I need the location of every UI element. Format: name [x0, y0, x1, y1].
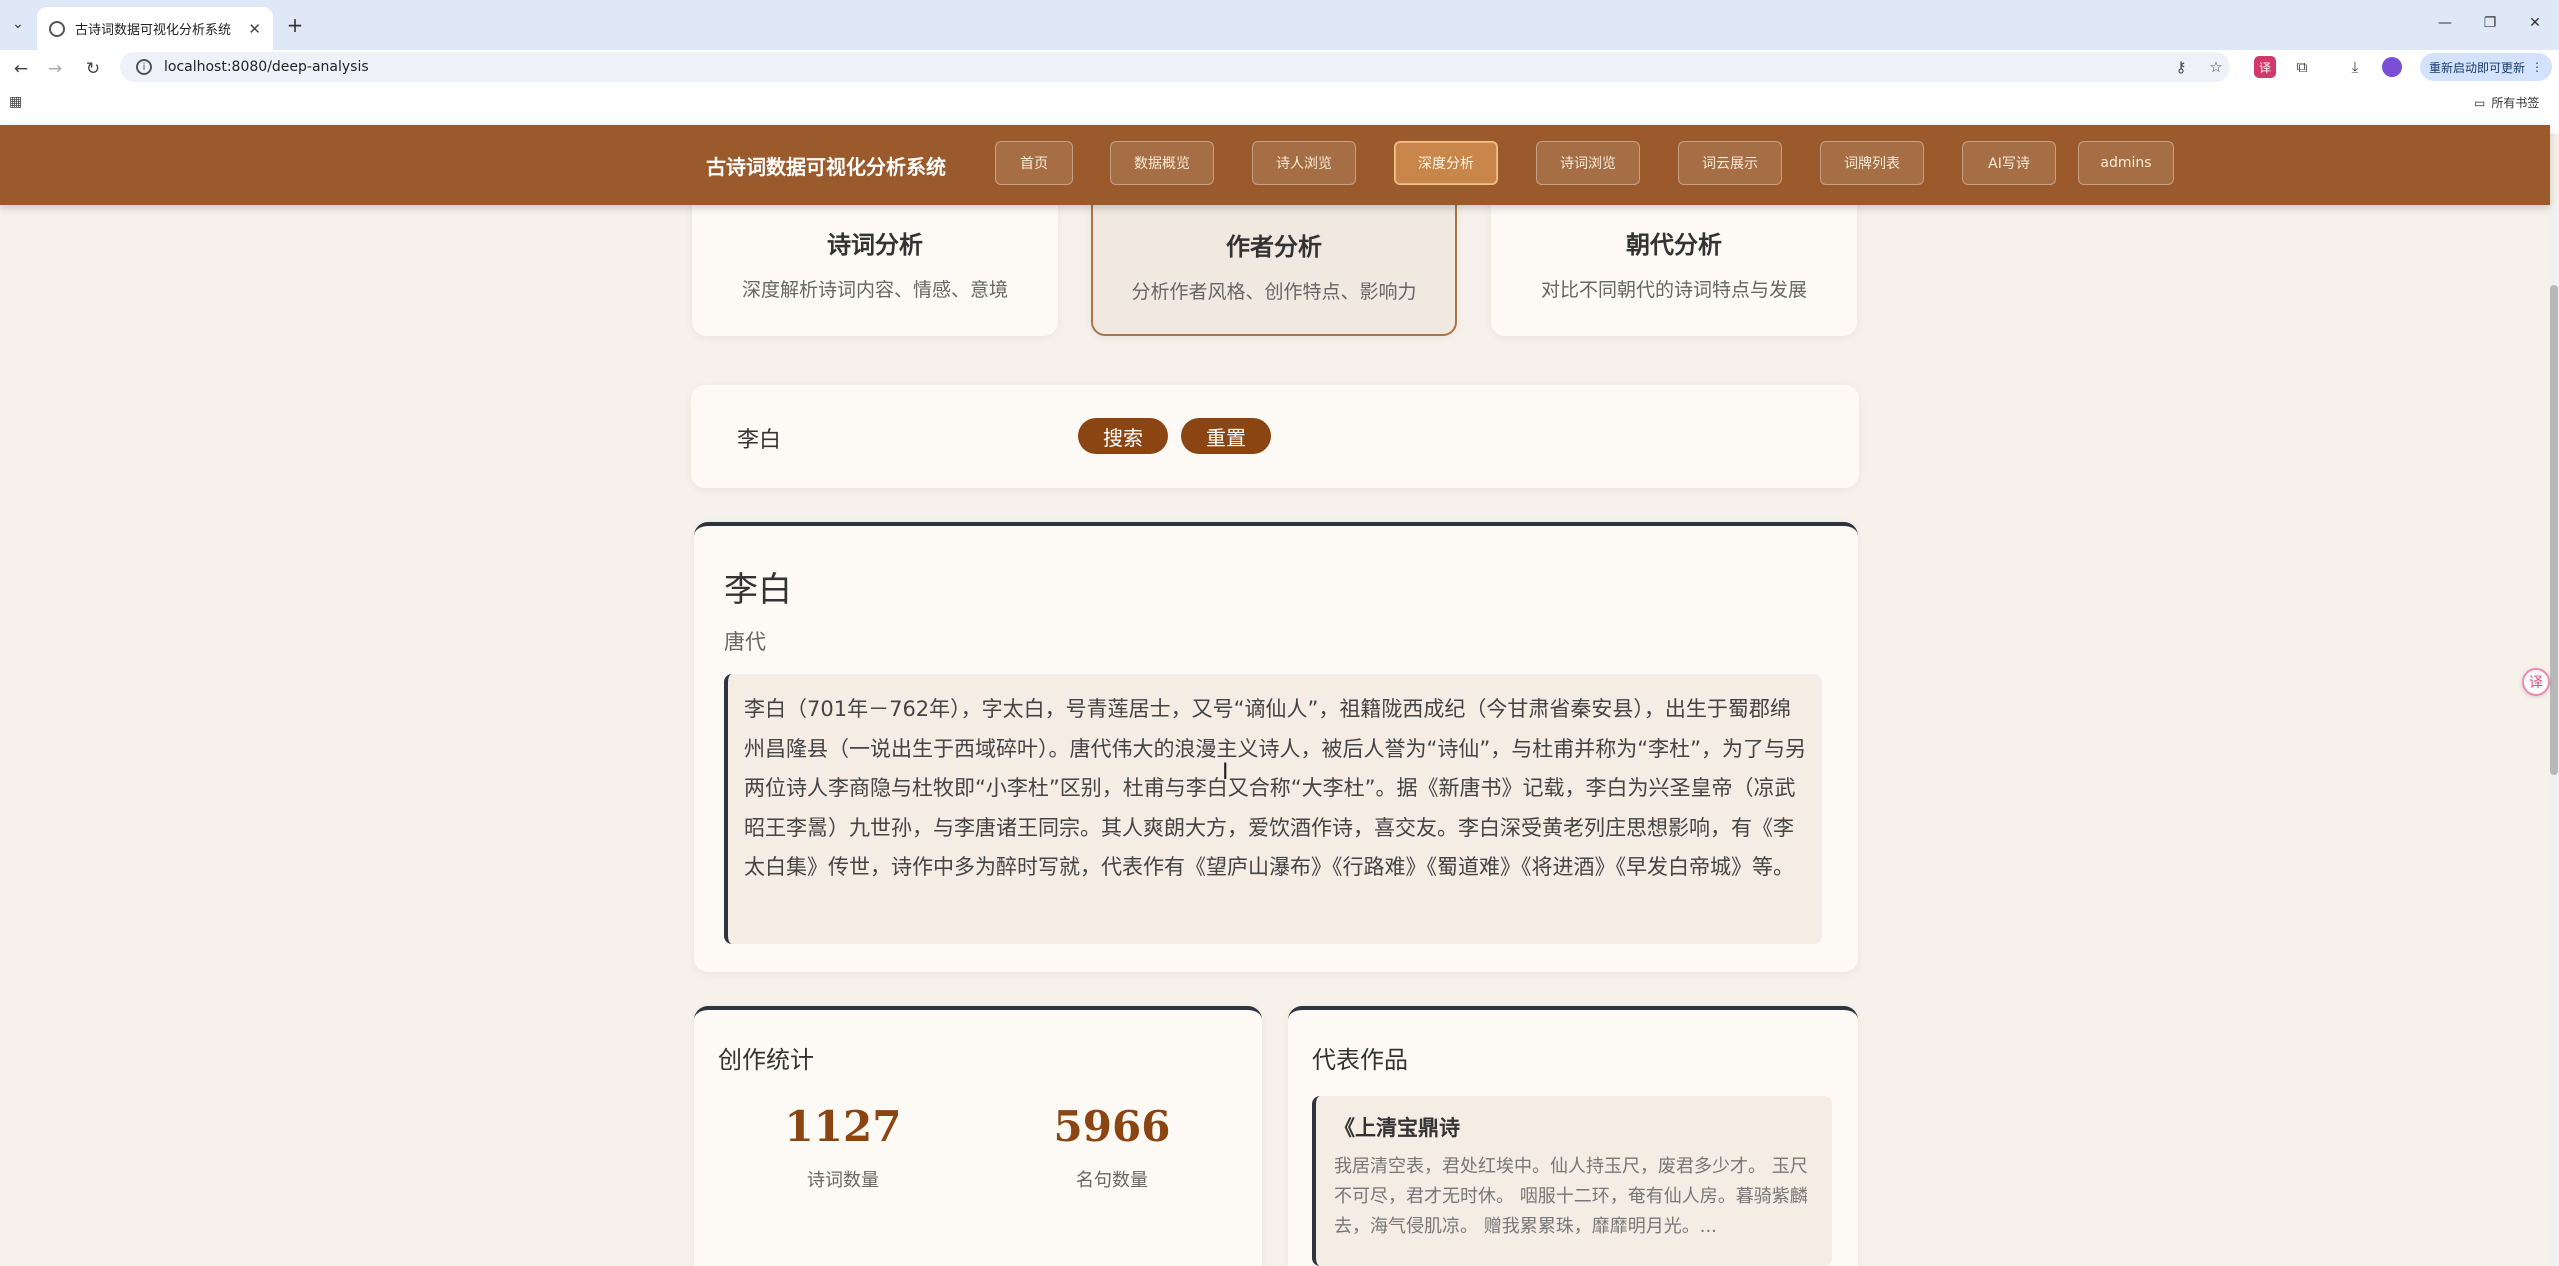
category-title: 诗词分析	[827, 230, 923, 259]
search-panel: 李白 搜索 重置	[691, 385, 1859, 488]
nav-data-overview[interactable]: 数据概览	[1110, 141, 1214, 185]
quote-count: 5966	[1053, 1102, 1171, 1151]
folder-icon: ▭	[2474, 95, 2486, 110]
site-header: 古诗词数据可视化分析系统 首页 数据概览 诗人浏览 深度分析 诗词浏览 词云展示…	[0, 125, 2550, 205]
password-key-icon[interactable]: ⚷	[2170, 56, 2192, 78]
nav-home[interactable]: 首页	[995, 141, 1073, 185]
tab-search-chevron-icon[interactable]: ⌄	[6, 12, 30, 36]
close-icon[interactable]: ✕	[248, 20, 261, 38]
nav-poet-browse[interactable]: 诗人浏览	[1252, 141, 1356, 185]
update-label: 重新启动即可更新	[2428, 60, 2525, 75]
nav-poem-browse[interactable]: 诗词浏览	[1536, 141, 1640, 185]
quote-count-label: 名句数量	[1076, 1170, 1148, 1191]
url-text: localhost:8080/deep-analysis	[164, 59, 369, 75]
more-vertical-icon: ⋮	[2531, 60, 2543, 74]
site-info-icon[interactable]: i	[136, 59, 152, 75]
globe-icon	[49, 20, 65, 37]
representative-works-card: 代表作品 《上清宝鼎诗 我居清空表，君处红埃中。仙人持玉尺，废君多少才。 玉尺不…	[1288, 1006, 1858, 1266]
apps-grid-icon[interactable]: ▦	[9, 94, 25, 110]
poem-count: 1127	[784, 1102, 902, 1151]
minimize-icon[interactable]: —	[2425, 10, 2465, 36]
author-dynasty: 唐代	[724, 630, 766, 654]
nav-deep-analysis[interactable]: 深度分析	[1394, 141, 1498, 185]
browser-tab-active[interactable]: 古诗词数据可视化分析系统 ✕	[37, 7, 273, 50]
nav-cipai-list[interactable]: 词牌列表	[1820, 141, 1924, 185]
scroll-thumb[interactable]	[2550, 285, 2558, 775]
nav-ai-poetry[interactable]: AI写诗	[1962, 141, 2056, 185]
stats-title: 创作统计	[718, 1046, 814, 1074]
search-button[interactable]: 搜索	[1078, 418, 1168, 454]
category-title: 作者分析	[1226, 232, 1322, 261]
author-bio: 李白（701年－762年），字太白，号青莲居士，又号“谪仙人”，祖籍陇西成纪（今…	[724, 674, 1822, 944]
all-bookmarks[interactable]: ▭ 所有书签	[2474, 94, 2539, 111]
reload-icon[interactable]: ↻	[78, 54, 108, 84]
tab-title: 古诗词数据可视化分析系统	[75, 23, 232, 38]
text-cursor-icon: I	[1222, 760, 1229, 785]
bookmarks-label: 所有书签	[2491, 96, 2540, 110]
restore-icon[interactable]: ❐	[2470, 10, 2510, 36]
forward-arrow-icon[interactable]: →	[40, 54, 70, 84]
category-desc: 分析作者风格、创作特点、影响力	[1131, 281, 1417, 303]
nav-word-cloud[interactable]: 词云展示	[1678, 141, 1782, 185]
category-desc: 深度解析诗词内容、情感、意境	[741, 279, 1008, 301]
author-name: 李白	[724, 570, 792, 610]
site-title: 古诗词数据可视化分析系统	[706, 155, 946, 179]
poem-item[interactable]: 《上清宝鼎诗 我居清空表，君处红埃中。仙人持玉尺，废君多少才。 玉尺不可尽，君才…	[1312, 1096, 1832, 1266]
category-title: 朝代分析	[1626, 230, 1722, 259]
poem-excerpt: 我居清空表，君处红埃中。仙人持玉尺，废君多少才。 玉尺不可尽，君才无时休。 咽服…	[1334, 1156, 1808, 1237]
creation-stats-card: 创作统计 1127 诗词数量 5966 名句数量	[694, 1006, 1262, 1266]
download-icon[interactable]: ⤓	[2344, 56, 2366, 78]
translate-float-icon[interactable]: 译	[2522, 668, 2550, 696]
address-bar[interactable]: i localhost:8080/deep-analysis	[120, 52, 2230, 82]
new-tab-plus-icon[interactable]: +	[282, 12, 308, 38]
update-button[interactable]: 重新启动即可更新 ⋮	[2420, 53, 2552, 81]
extensions-puzzle-icon[interactable]: ⧉	[2291, 56, 2313, 78]
profile-avatar[interactable]	[2382, 57, 2402, 77]
bookmark-star-icon[interactable]: ☆	[2205, 56, 2227, 78]
page-scrollbar[interactable]	[2549, 205, 2559, 1266]
browser-tab-bar: ⌄ 古诗词数据可视化分析系统 ✕ + — ❐ ✕	[0, 0, 2559, 50]
poem-title: 《上清宝鼎诗	[1334, 1115, 1460, 1140]
poem-count-label: 诗词数量	[807, 1170, 879, 1191]
category-desc: 对比不同朝代的诗词特点与发展	[1540, 279, 1807, 301]
back-arrow-icon[interactable]: ←	[6, 54, 36, 84]
rep-title: 代表作品	[1312, 1046, 1408, 1074]
author-info-card: 李白 唐代 李白（701年－762年），字太白，号青莲居士，又号“谪仙人”，祖籍…	[694, 522, 1858, 972]
extension-translate-icon[interactable]: 译	[2254, 56, 2276, 78]
window-close-icon[interactable]: ✕	[2515, 10, 2555, 36]
author-search-input[interactable]: 李白	[737, 419, 1067, 457]
reset-button[interactable]: 重置	[1181, 418, 1271, 454]
nav-admins[interactable]: admins	[2078, 141, 2174, 185]
